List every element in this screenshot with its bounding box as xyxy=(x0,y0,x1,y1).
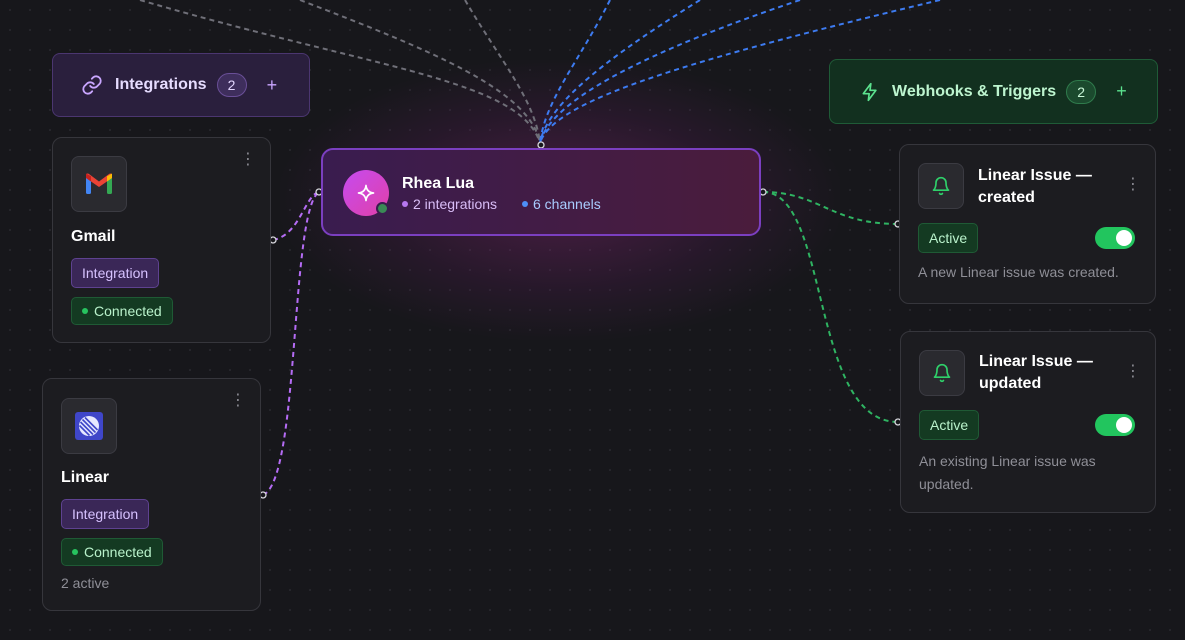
agent-name: Rhea Lua xyxy=(402,175,475,192)
edge-gmail xyxy=(272,191,320,241)
trigger-title: Linear Issue — updated xyxy=(979,353,1093,392)
linear-logo-icon xyxy=(61,398,117,454)
add-webhook-button[interactable]: + xyxy=(1116,81,1127,102)
more-options-icon[interactable]: ⋮ xyxy=(1125,364,1141,380)
channels-dot xyxy=(522,201,528,207)
edge-trigger-created xyxy=(762,191,899,225)
trigger-card-created[interactable]: ⋮ Linear Issue — created Active A new Li… xyxy=(899,144,1156,304)
trigger-enabled-toggle[interactable] xyxy=(1095,414,1135,436)
status-dot xyxy=(82,308,88,314)
edge-channel-1 xyxy=(539,0,611,144)
more-options-icon[interactable]: ⋮ xyxy=(240,152,256,168)
integrations-dot xyxy=(402,201,408,207)
integration-type-tag: Integration xyxy=(61,499,150,529)
agent-integrations-label: 2 integrations xyxy=(413,196,498,212)
more-options-icon[interactable]: ⋮ xyxy=(230,393,246,409)
integration-name: Gmail xyxy=(71,228,116,245)
lightning-icon xyxy=(860,81,880,103)
link-icon xyxy=(81,74,103,96)
trigger-description: An existing Linear issue was updated. xyxy=(919,453,1096,492)
trigger-card-updated[interactable]: ⋮ Linear Issue — updated Active An exist… xyxy=(900,331,1156,513)
integration-name: Linear xyxy=(61,469,110,486)
integrations-count-badge: 2 xyxy=(216,73,247,97)
active-count-text: 2 active xyxy=(61,575,110,591)
status-dot xyxy=(72,549,78,555)
webhooks-count-badge: 2 xyxy=(1066,79,1097,104)
trigger-enabled-toggle[interactable] xyxy=(1095,227,1135,249)
integration-card-linear[interactable]: ⋮ Linear Integration Connected 2 active xyxy=(42,378,261,611)
agent-integrations-count: 2 integrations xyxy=(402,196,497,212)
edge-trigger-updated xyxy=(762,191,899,423)
integration-type-tag: Integration xyxy=(71,258,160,288)
connection-status-label: Connected xyxy=(94,303,162,319)
integration-card-gmail[interactable]: ⋮ Gmail Integration Connected xyxy=(52,137,271,343)
edge-linear xyxy=(262,191,320,496)
integrations-header-label: Integrations xyxy=(115,76,207,93)
agent-channels-count: 6 channels xyxy=(522,196,601,212)
edge-channel-3 xyxy=(539,0,801,144)
agent-channels-label: 6 channels xyxy=(533,196,601,212)
add-integration-button[interactable]: + xyxy=(267,75,278,96)
trigger-status-badge: Active xyxy=(919,410,980,440)
trigger-status-badge: Active xyxy=(918,223,979,253)
bell-icon xyxy=(919,350,965,396)
agent-online-indicator xyxy=(376,202,389,215)
edge-channel-2 xyxy=(539,0,701,144)
trigger-description: A new Linear issue was created. xyxy=(918,264,1119,280)
connection-status-label: Connected xyxy=(84,544,152,560)
more-options-icon[interactable]: ⋮ xyxy=(1125,177,1141,193)
bell-icon xyxy=(918,163,964,209)
webhooks-header-label: Webhooks & Triggers xyxy=(892,82,1057,100)
connection-status-badge: Connected xyxy=(61,538,163,566)
connection-status-badge: Connected xyxy=(71,297,173,325)
integrations-group-header: Integrations 2 + xyxy=(52,53,310,117)
trigger-title: Linear Issue — created xyxy=(978,167,1092,206)
gmail-logo-icon xyxy=(71,156,127,212)
webhooks-group-header: Webhooks & Triggers 2 + xyxy=(829,59,1158,124)
edge-gray-3 xyxy=(464,0,541,144)
agent-node[interactable]: Rhea Lua 2 integrations 6 channels xyxy=(321,148,761,236)
edge-gray-2 xyxy=(299,0,541,144)
